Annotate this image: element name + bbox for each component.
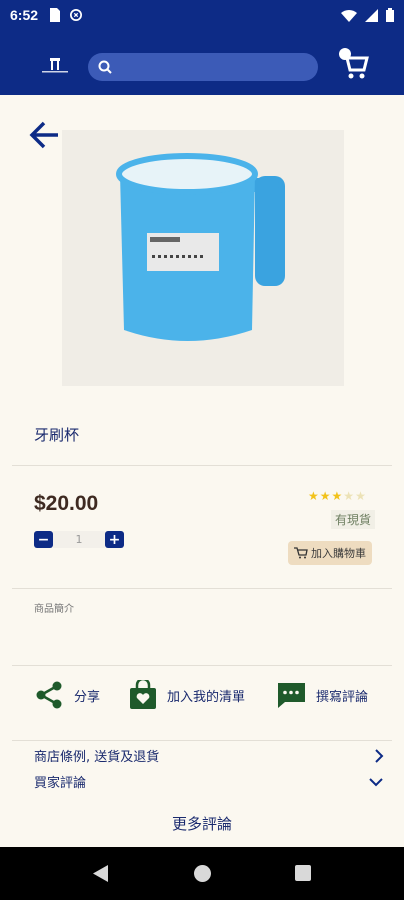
review-chat-icon (277, 683, 305, 708)
nav-recents-icon[interactable] (295, 865, 311, 881)
search-icon (98, 60, 112, 74)
nav-home-icon[interactable] (194, 865, 211, 882)
search-input[interactable] (120, 59, 310, 75)
status-bar: 6:52 (0, 0, 404, 30)
cup-illustration (116, 153, 285, 341)
search-bar[interactable] (88, 53, 318, 81)
share-icon (36, 681, 62, 709)
divider (12, 740, 392, 741)
top-app-bar (0, 30, 404, 95)
back-arrow-icon[interactable] (28, 120, 62, 150)
cart-icon[interactable] (338, 50, 370, 82)
wishlist-bag-icon (130, 680, 156, 709)
star-filled-icon: ★ (331, 489, 343, 503)
chevron-right-icon (375, 748, 384, 763)
star-empty-icon: ★ (343, 489, 355, 503)
wifi-icon (341, 9, 357, 22)
write-review-button[interactable]: 撰寫評論 (276, 680, 368, 710)
product-price: $20.00 (34, 492, 99, 515)
decrease-quantity-button[interactable]: − (34, 531, 53, 548)
star-filled-icon: ★ (308, 489, 319, 503)
battery-icon (386, 8, 394, 22)
product-intro-label: 商品簡介 (34, 604, 74, 615)
rating-stars: ★ ★ ★ ★ ★ (308, 489, 366, 503)
buyer-reviews-label: 買家評論 (34, 776, 87, 791)
quantity-value[interactable]: 1 (53, 531, 105, 548)
star-filled-icon: ★ (319, 489, 331, 503)
system-nav-bar (0, 847, 404, 900)
review-label: 撰寫評論 (316, 689, 369, 705)
store-policy-row[interactable]: 商店條例, 送貨及退貨 (34, 746, 384, 765)
signal-icon (365, 8, 378, 22)
cart-small-icon (294, 547, 308, 559)
data-saver-icon (70, 9, 83, 21)
sd-card-icon (50, 8, 61, 22)
status-time: 6:52 (10, 7, 39, 23)
chevron-down-icon (369, 777, 383, 786)
divider (12, 665, 392, 666)
add-to-wishlist-button[interactable]: 加入我的清單 (129, 680, 245, 710)
quantity-stepper: − 1 + (34, 531, 124, 548)
add-to-cart-button[interactable]: 加入購物車 (288, 541, 372, 565)
stock-status: 有現貨 (331, 510, 376, 529)
share-button[interactable]: 分享 (34, 680, 100, 710)
nav-back-icon[interactable] (93, 865, 109, 882)
buyer-reviews-row[interactable]: 買家評論 (34, 772, 384, 791)
star-empty-icon: ★ (355, 489, 366, 503)
divider (12, 588, 392, 589)
product-image (62, 130, 344, 386)
wishlist-label: 加入我的清單 (167, 689, 246, 705)
store-logo-icon (42, 58, 68, 73)
action-row: 分享 加入我的清單 撰寫評論 (0, 680, 404, 730)
divider (12, 465, 392, 466)
store-policy-label: 商店條例, 送貨及退貨 (34, 750, 160, 765)
more-reviews-link[interactable]: 更多評論 (0, 813, 404, 834)
add-to-cart-label: 加入購物車 (311, 547, 366, 560)
share-label: 分享 (74, 689, 101, 705)
product-name: 牙刷杯 (34, 426, 80, 444)
increase-quantity-button[interactable]: + (105, 531, 124, 548)
